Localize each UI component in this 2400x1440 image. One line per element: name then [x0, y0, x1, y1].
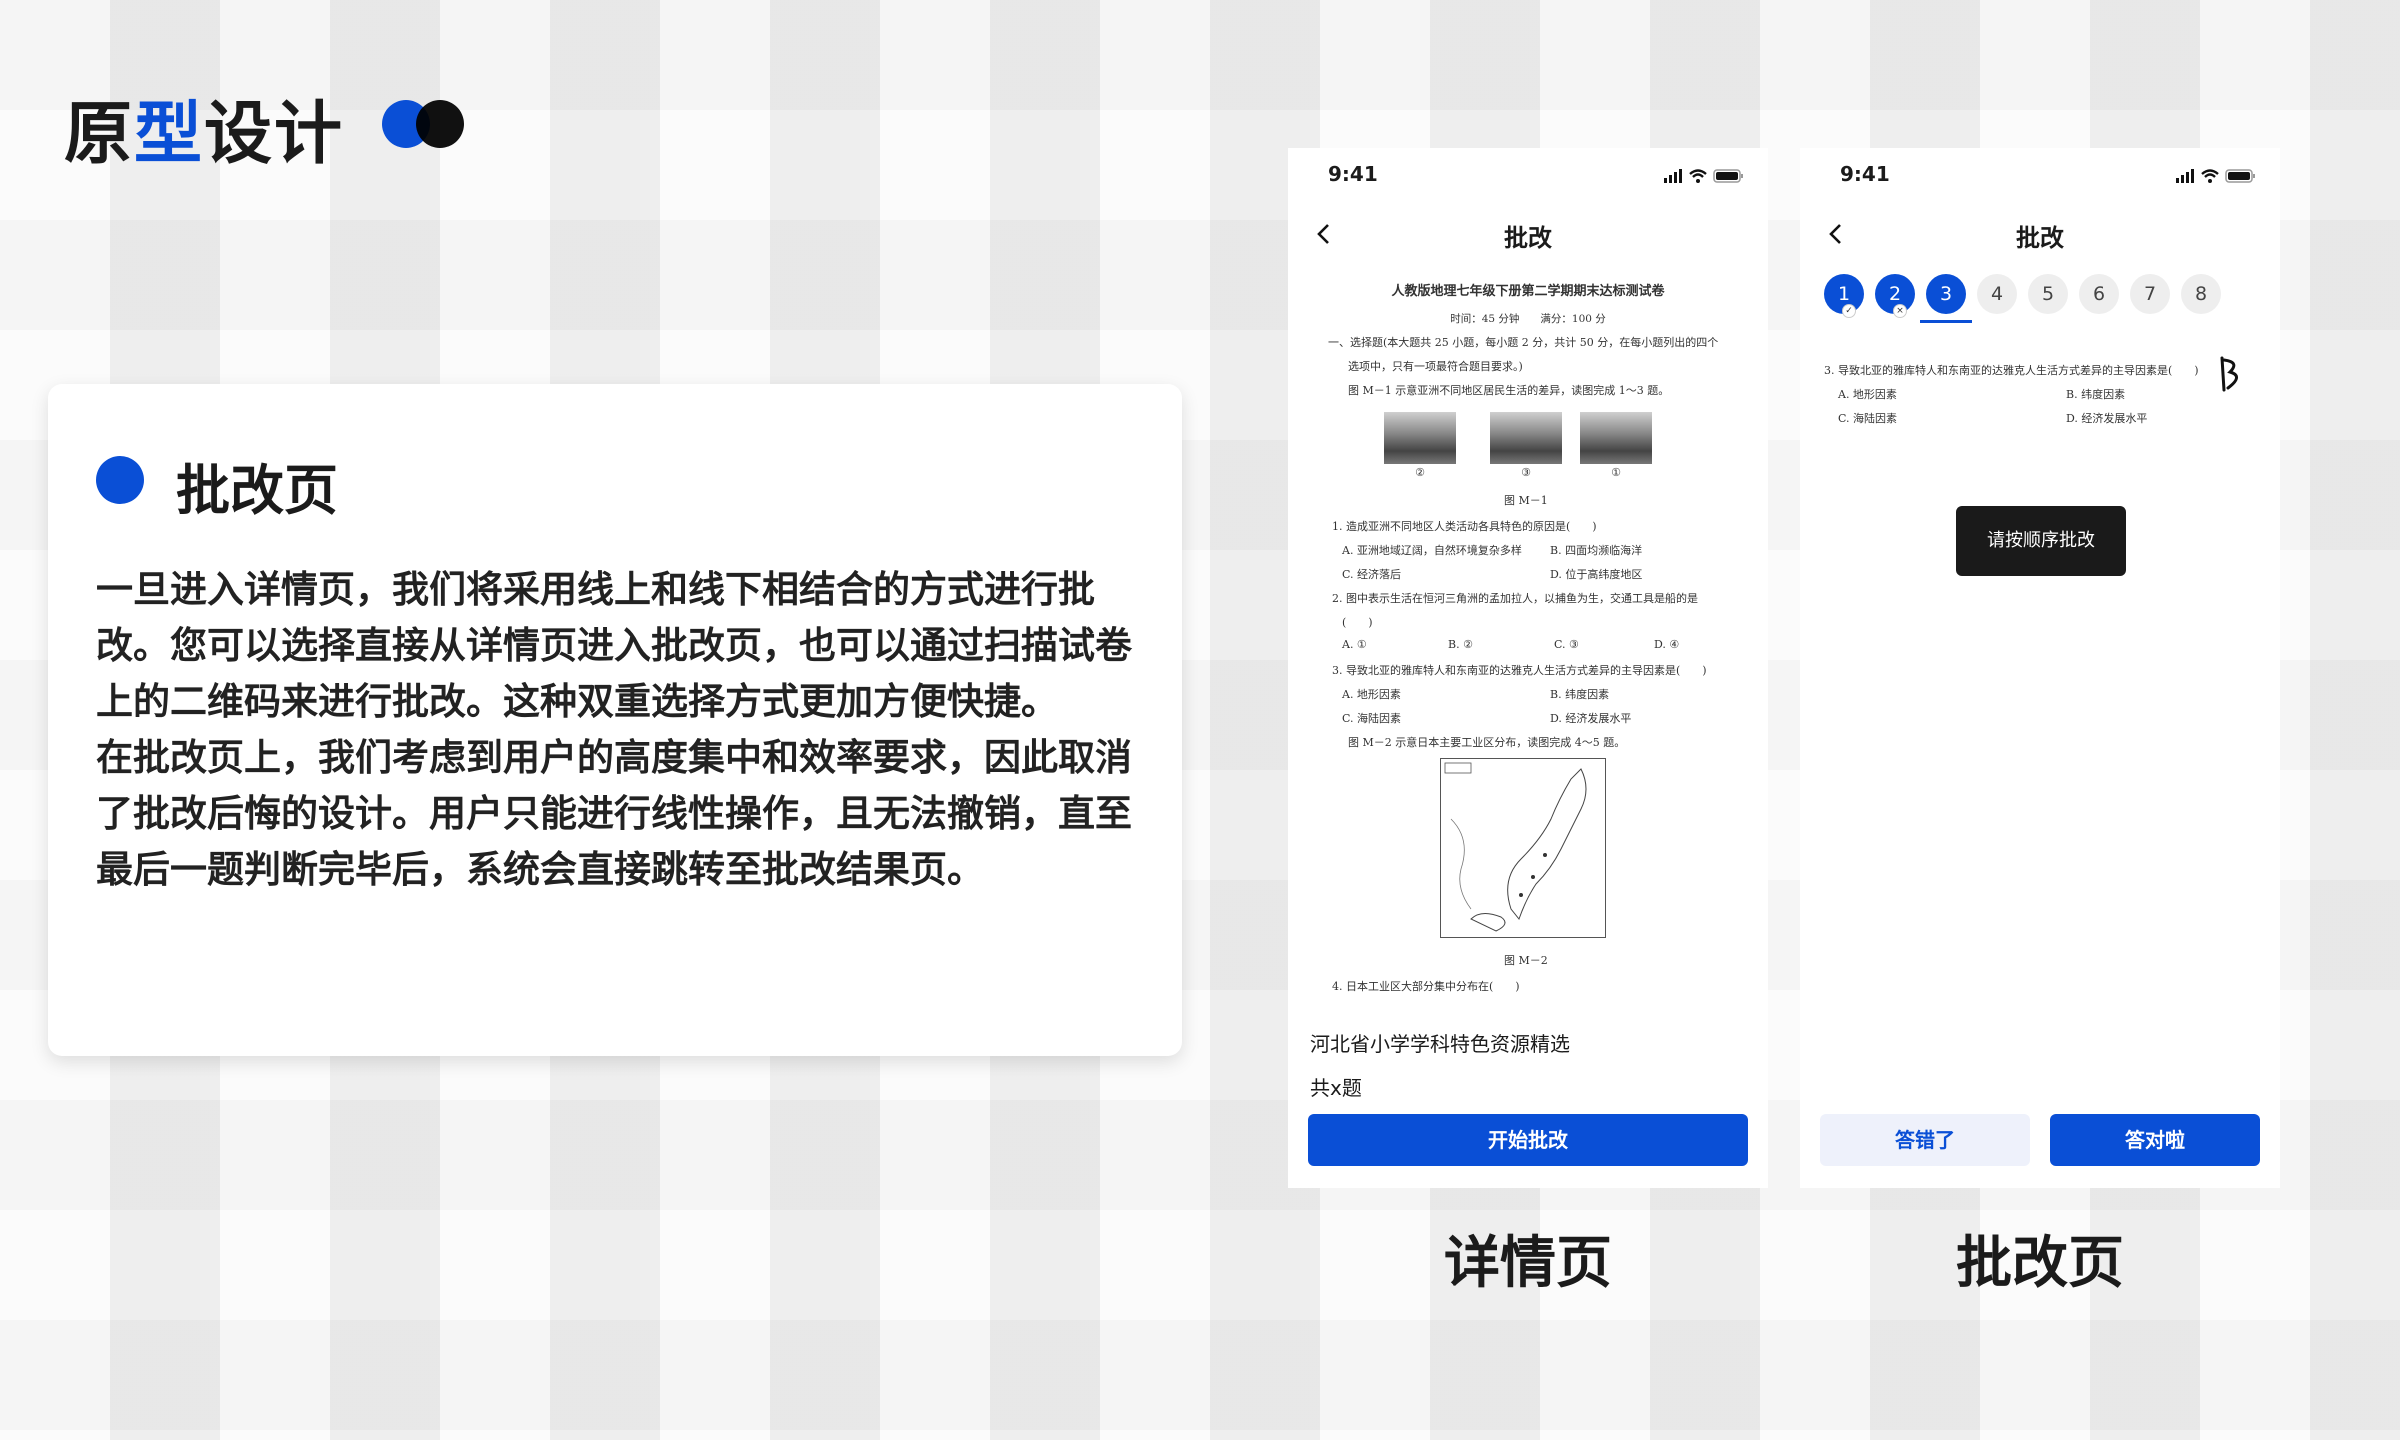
paper-photo	[1490, 412, 1562, 464]
paper-figure-intro: 图 M－2 示意日本主要工业区分布，读图完成 4～5 题。	[1348, 736, 1626, 749]
option-c: C. 海陆因素	[1838, 412, 1898, 425]
option-line: C. ③	[1554, 638, 1579, 651]
option-line: B. 纬度因素	[1550, 688, 1610, 701]
card-paragraph: 在批改页上，我们考虑到用户的高度集中和效率要求，因此取消了批改后悔的设计。用户只…	[96, 736, 1132, 891]
japan-map-image	[1440, 758, 1606, 938]
option-line: B. 四面均濒临海洋	[1550, 544, 1643, 557]
detail-caption: 详情页	[1444, 1231, 1612, 1296]
paper-meta: 时间：45 分钟 满分：100 分	[1450, 313, 1606, 325]
question-line: 1. 造成亚洲不同地区人类活动各具特色的原因是( )	[1332, 520, 1597, 533]
photo-label: ③	[1521, 466, 1531, 479]
exam-paper-preview: 人教版地理七年级下册第二学期期末达标测试卷 时间：45 分钟 满分：100 分 …	[1328, 274, 1728, 1004]
option-d: D. 经济发展水平	[2066, 412, 2148, 425]
detail-phone-screen: 9:41 批改 人教版地理七年级下册第二学期期末达标测试卷 时间：45 分钟 满…	[1288, 148, 1768, 1188]
card-title: 批改页	[176, 459, 338, 522]
page-title: 原型设计	[64, 78, 344, 177]
card-body: 一旦进入详情页，我们将采用线上和线下相结合的方式进行批改。您可以选择直接从详情页…	[96, 562, 1146, 898]
paper-section: 选项中，只有一项最符合题目要求。)	[1348, 360, 1523, 373]
info-card: 批改页 一旦进入详情页，我们将采用线上和线下相结合的方式进行批改。您可以选择直接…	[48, 384, 1182, 1056]
wifi-icon	[2201, 169, 2219, 183]
paper-photo	[1384, 412, 1456, 464]
figure-caption: 图 M－2	[1504, 954, 1548, 967]
status-icons	[2176, 169, 2255, 183]
question-number-bar: 1 ✓ 2 × 3 4 5 6 7 8	[1824, 274, 2264, 318]
question-number-3[interactable]: 3	[1926, 274, 1966, 314]
option-line: B. ②	[1448, 638, 1473, 651]
option-b: B. 纬度因素	[2066, 388, 2126, 401]
option-line: C. 海陆因素	[1342, 712, 1402, 725]
correct-mark-icon: ✓	[1842, 304, 1856, 318]
photo-label: ②	[1415, 466, 1425, 479]
question-text: 3. 导致北亚的雅库特人和东南亚的达雅克人生活方式差异的主导因素是( )	[1824, 364, 2199, 377]
photo-label: ①	[1611, 466, 1621, 479]
title-accent: 型	[134, 95, 205, 174]
paper-figure-intro: 图 M－1 示意亚洲不同地区居民生活的差异，读图完成 1～3 题。	[1348, 384, 1670, 397]
question-number-4[interactable]: 4	[1977, 274, 2017, 314]
sequence-tooltip: 请按顺序批改	[1956, 506, 2126, 576]
question-count: 共x题	[1310, 1076, 1362, 1100]
handwritten-answer-icon	[2220, 356, 2238, 392]
battery-icon	[2225, 169, 2255, 183]
status-time: 9:41	[1328, 162, 1378, 186]
paper-section: 一、选择题(本大题共 25 小题，每小题 2 分，共计 50 分，在每小题列出的…	[1328, 336, 1719, 349]
option-a: A. 地形因素	[1838, 388, 1897, 401]
figure-caption: 图 M－1	[1504, 494, 1548, 507]
question-number-7[interactable]: 7	[2130, 274, 2170, 314]
document-source: 河北省小学学科特色资源精选	[1310, 1032, 1570, 1056]
question-line: 3. 导致北亚的雅库特人和东南亚的达雅克人生活方式差异的主导因素是( )	[1332, 664, 1707, 677]
paper-title: 人教版地理七年级下册第二学期期末达标测试卷	[1391, 284, 1665, 299]
option-line: A. 亚洲地域辽阔，自然环境复杂多样	[1342, 544, 1522, 557]
question-number-6[interactable]: 6	[2079, 274, 2119, 314]
wrong-answer-button[interactable]: 答错了	[1820, 1114, 2030, 1166]
right-answer-button[interactable]: 答对啦	[2050, 1114, 2260, 1166]
wifi-icon	[1689, 169, 1707, 183]
logo-dots-icon	[382, 100, 468, 150]
paper-photo	[1580, 412, 1652, 464]
nav-title: 批改	[1504, 224, 1552, 252]
option-line: D. ④	[1654, 638, 1680, 651]
signal-icon	[1664, 169, 1682, 183]
question-number-5[interactable]: 5	[2028, 274, 2068, 314]
grading-caption: 批改页	[1956, 1231, 2124, 1296]
question-line: 4. 日本工业区大部分集中分布在( )	[1332, 980, 1520, 993]
card-bullet-icon	[96, 456, 144, 504]
option-line: D. 位于高纬度地区	[1550, 568, 1643, 581]
title-part2: 设计	[204, 95, 345, 174]
question-number-8[interactable]: 8	[2181, 274, 2221, 314]
current-question-indicator	[1920, 320, 1972, 323]
status-icons	[1664, 169, 1743, 183]
option-line: A. ①	[1342, 638, 1367, 651]
question-line: 2. 图中表示生活在恒河三角洲的孟加拉人，以捕鱼为生，交通工具是船的是	[1332, 592, 1698, 605]
option-line: A. 地形因素	[1342, 688, 1401, 701]
battery-icon	[1713, 169, 1743, 183]
card-paragraph: 一旦进入详情页，我们将采用线上和线下相结合的方式进行批改。您可以选择直接从详情页…	[96, 568, 1132, 723]
wrong-mark-icon: ×	[1893, 304, 1907, 318]
start-grading-button[interactable]: 开始批改	[1308, 1114, 1748, 1166]
signal-icon	[2176, 169, 2194, 183]
title-part1: 原	[64, 95, 135, 174]
option-line: C. 经济落后	[1342, 568, 1402, 581]
black-dot-icon	[416, 100, 464, 148]
status-time: 9:41	[1840, 162, 1890, 186]
nav-title: 批改	[2016, 224, 2064, 252]
grading-phone-screen: 9:41 批改 1 ✓ 2 × 3 4 5 6 7 8 3. 导致北亚的雅库特人…	[1800, 148, 2280, 1188]
option-line: D. 经济发展水平	[1550, 712, 1632, 725]
question-line: ( )	[1342, 616, 1373, 629]
